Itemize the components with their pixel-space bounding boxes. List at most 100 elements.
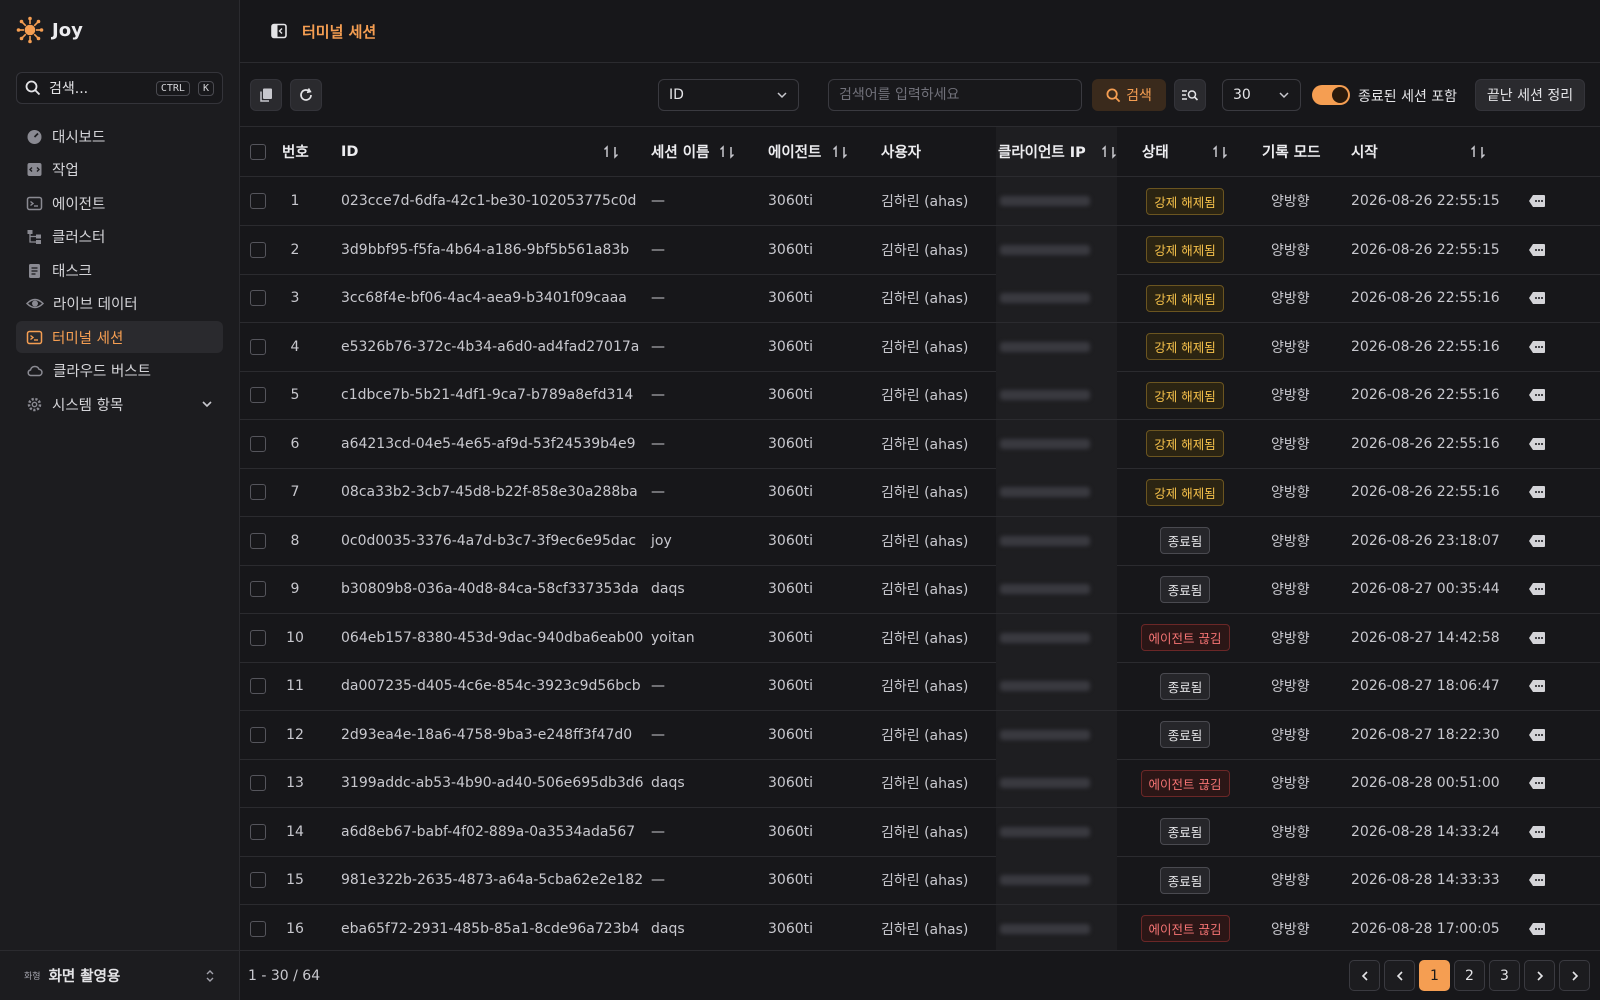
sort-icon[interactable] [1101,144,1117,160]
chevron-down-icon[interactable] [201,398,213,410]
row-select-cell [250,323,266,371]
sort-icon[interactable] [719,144,735,160]
search-input[interactable] [828,79,1082,111]
sort-icon[interactable] [832,144,848,160]
message-icon[interactable] [1528,388,1546,402]
col-no[interactable]: 번호 [282,127,309,176]
row-checkbox[interactable] [250,629,266,646]
table-row[interactable]: 1 023cce7d-6dfa-42c1-be30-102053775c0d — 30… [240,177,1600,227]
advanced-search-button[interactable] [1174,79,1206,111]
page-button-1[interactable]: 1 [1419,960,1450,991]
next-page-button[interactable] [1524,960,1555,991]
row-checkbox[interactable] [250,581,266,598]
workspace-switcher[interactable]: 화형 화면 촬영용 [0,950,240,1000]
table-row[interactable]: 11 da007235-d405-4c6e-854c-3923c9d56bcb — 3… [240,662,1600,712]
page-size-select[interactable]: 30 [1222,79,1301,111]
sort-icon[interactable] [603,144,619,160]
message-icon[interactable] [1528,679,1546,693]
row-checkbox[interactable] [250,920,266,937]
col-status[interactable]: 상태 [1142,127,1228,176]
table-row[interactable]: 16 eba65f72-2931-485b-85a1-8cde96a723b4 da… [240,904,1600,950]
message-icon[interactable] [1528,340,1546,354]
sidebar-item-dashboard[interactable]: 대시보드 [16,120,223,152]
page-button-3[interactable]: 3 [1489,960,1520,991]
redacted-ip [1000,826,1090,837]
brand[interactable]: Joy [16,16,83,44]
prev-page-button[interactable] [1384,960,1415,991]
table-row[interactable]: 8 0c0d0035-3376-4a7d-b3c7-3f9ec6e95dac joy… [240,516,1600,566]
sidebar-item-live-data[interactable]: 라이브 데이터 [16,288,223,320]
message-icon[interactable] [1528,825,1546,839]
table-row[interactable]: 4 e5326b76-372c-4b34-a6d0-ad4fad27017a — 30… [240,322,1600,372]
row-checkbox[interactable] [250,823,266,840]
first-page-button[interactable] [1349,960,1380,991]
row-checkbox[interactable] [250,678,266,695]
row-agent: 3060ti [768,872,814,889]
cleanup-sessions-button[interactable]: 끝난 세션 정리 [1475,79,1585,111]
row-checkbox[interactable] [250,775,266,792]
row-checkbox[interactable] [250,338,266,355]
global-search[interactable]: 검색... CTRL K [16,72,223,104]
message-icon[interactable] [1528,873,1546,887]
refresh-button[interactable] [290,79,322,111]
sidebar-item-system[interactable]: 시스템 항목 [16,388,223,420]
row-checkbox[interactable] [250,387,266,404]
row-checkbox[interactable] [250,290,266,307]
table-row[interactable]: 7 08ca33b2-3cb7-45d8-b22f-858e30a288ba — 30… [240,468,1600,518]
search-button[interactable]: 검색 [1092,79,1166,111]
message-icon[interactable] [1528,534,1546,548]
message-icon[interactable] [1528,922,1546,936]
sidebar-toggle-icon[interactable] [270,22,288,40]
message-icon[interactable] [1528,631,1546,645]
col-user[interactable]: 사용자 [881,127,921,176]
sidebar-item-agents[interactable]: 에이전트 [16,187,223,219]
message-icon[interactable] [1528,776,1546,790]
row-checkbox[interactable] [250,484,266,501]
col-start[interactable]: 시작 [1351,127,1486,176]
select-all-checkbox[interactable] [250,143,266,160]
table-row[interactable]: 3 3cc68f4e-bf06-4ac4-aea9-b3401f09caaa — 30… [240,274,1600,324]
copy-button[interactable] [250,79,282,111]
table-row[interactable]: 9 b30809b8-036a-40d8-84ca-58cf337353da daq… [240,565,1600,615]
message-icon[interactable] [1528,728,1546,742]
table-row[interactable]: 13 3199addc-ab53-4b90-ad40-506e695db3d6 da… [240,759,1600,809]
table-row[interactable]: 6 a64213cd-04e5-4e65-af9d-53f24539b4e9 — 30… [240,419,1600,469]
sidebar-item-jobs[interactable]: 작업 [16,154,223,186]
row-checkbox[interactable] [250,241,266,258]
row-checkbox[interactable] [250,532,266,549]
message-icon[interactable] [1528,243,1546,257]
message-icon[interactable] [1528,291,1546,305]
message-icon[interactable] [1528,582,1546,596]
col-id[interactable]: ID [341,127,619,176]
message-icon[interactable] [1528,194,1546,208]
table-row[interactable]: 10 064eb157-8380-453d-9dac-940dba6eab00 yo… [240,613,1600,663]
message-icon[interactable] [1528,437,1546,451]
row-id: c1dbce7b-5b21-4df1-9ca7-b789a8efd314 [341,387,634,404]
col-agent[interactable]: 에이전트 [768,127,848,176]
row-checkbox[interactable] [250,435,266,452]
col-mode[interactable]: 기록 모드 [1262,127,1320,176]
page-button-2[interactable]: 2 [1454,960,1485,991]
message-icon[interactable] [1528,485,1546,499]
row-user: 김하린 (ahas) [881,533,969,550]
row-checkbox[interactable] [250,193,266,210]
row-checkbox[interactable] [250,872,266,889]
sidebar-item-terminal-sessions[interactable]: 터미널 세션 [16,321,223,353]
table-row[interactable]: 12 2d93ea4e-18a6-4758-9ba3-e248ff3f47d0 — 3… [240,710,1600,760]
sidebar-item-cluster[interactable]: 클러스터 [16,221,223,253]
table-row[interactable]: 5 c1dbce7b-5b21-4df1-9ca7-b789a8efd314 — 30… [240,371,1600,421]
table-row[interactable]: 14 a6d8eb67-babf-4f02-889a-0a3534ada567 — 3… [240,807,1600,857]
last-page-button[interactable] [1559,960,1590,991]
sort-icon[interactable] [1470,144,1486,160]
sort-icon[interactable] [1212,144,1228,160]
col-name[interactable]: 세션 이름 [651,127,735,176]
col-ip[interactable]: 클라이언트 IP [996,127,1117,176]
sidebar-item-cloud-burst[interactable]: 클라우드 버스트 [16,355,223,387]
table-row[interactable]: 15 981e322b-2635-4873-a64a-5cba62e2e182 — 3… [240,856,1600,906]
include-ended-toggle[interactable] [1312,85,1350,105]
row-checkbox[interactable] [250,726,266,743]
search-field-select[interactable]: ID [658,79,799,111]
sidebar-item-tasks[interactable]: 태스크 [16,254,223,286]
table-row[interactable]: 2 3d9bbf95-f5fa-4b64-a186-9bf5b561a83b — 30… [240,225,1600,275]
row-id: eba65f72-2931-485b-85a1-8cde96a723b4 [341,920,640,937]
